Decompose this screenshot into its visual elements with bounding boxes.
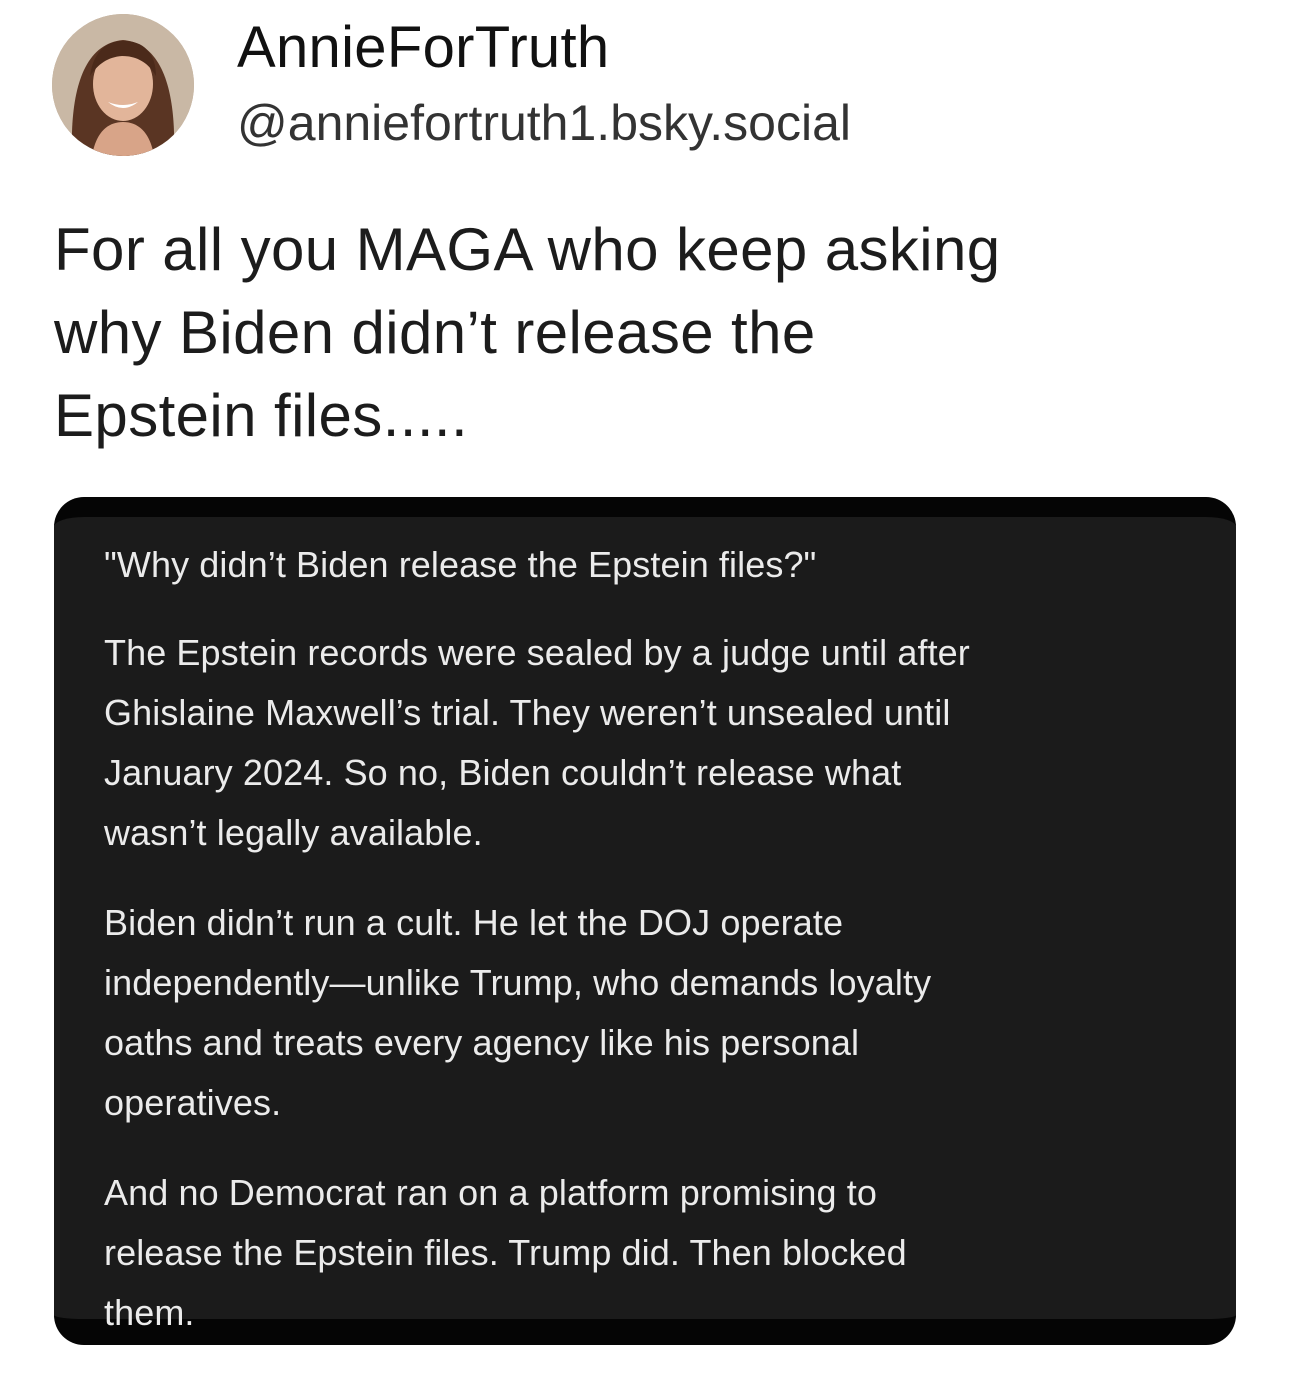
post-text-line: Epstein files..... [54,382,469,449]
quoted-line: release the Epstein files. Trump did. Th… [104,1232,907,1273]
quoted-line: them. [104,1292,195,1333]
quoted-line: Ghislaine Maxwell’s trial. They weren’t … [104,692,951,733]
post-text-line: why Biden didn’t release the [54,299,816,366]
quoted-line: wasn’t legally available. [104,812,483,853]
quoted-line: Biden didn’t run a cult. He let the DOJ … [104,902,844,943]
quoted-line: The Epstein records were sealed by a jud… [104,632,970,673]
avatar[interactable] [52,14,194,156]
quoted-paragraph: The Epstein records were sealed by a jud… [104,623,1204,863]
quoted-image[interactable]: "Why didn’t Biden release the Epstein fi… [54,497,1236,1345]
quoted-paragraph: Biden didn’t run a cult. He let the DOJ … [104,893,1204,1133]
quoted-image-text: "Why didn’t Biden release the Epstein fi… [104,535,1204,1373]
quoted-line: And no Democrat ran on a platform promis… [104,1172,877,1213]
author-display-name[interactable]: AnnieForTruth [237,14,609,82]
profile-photo-icon [52,14,194,156]
quoted-line: independently—unlike Trump, who demands … [104,962,932,1003]
quoted-paragraph: And no Democrat ran on a platform promis… [104,1163,1204,1343]
quoted-question: "Why didn’t Biden release the Epstein fi… [104,544,817,585]
bluesky-post: AnnieForTruth @anniefortruth1.bsky.socia… [0,0,1290,1386]
post-text-line: For all you MAGA who keep asking [54,216,1001,283]
author-handle[interactable]: @anniefortruth1.bsky.social [237,92,851,154]
quoted-line: operatives. [104,1082,282,1123]
post-text: For all you MAGA who keep asking why Bid… [54,208,1254,457]
quoted-line: January 2024. So no, Biden couldn’t rele… [104,752,902,793]
quoted-line: oaths and treats every agency like his p… [104,1022,860,1063]
